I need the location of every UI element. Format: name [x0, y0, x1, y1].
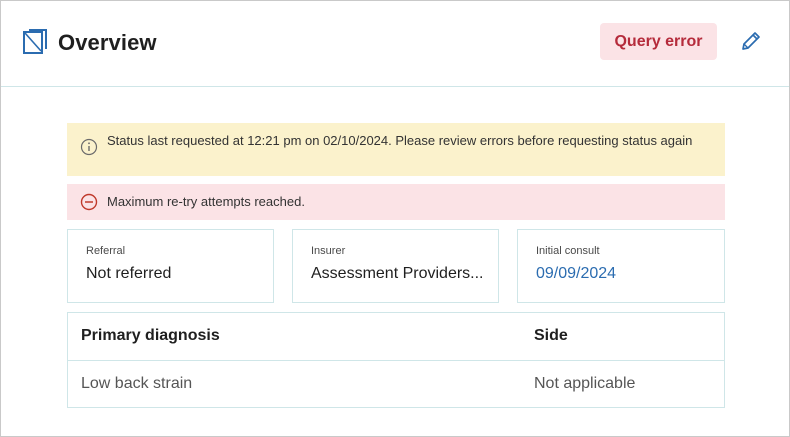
- insurer-value: Assessment Providers...: [311, 265, 484, 282]
- overview-panel: Overview Query error Status last request…: [0, 0, 790, 437]
- initial-consult-date-link[interactable]: 09/09/2024: [536, 265, 710, 283]
- table-divider: [68, 360, 724, 361]
- overview-icon: [23, 29, 48, 55]
- diagnosis-table: Primary diagnosis Side Low back strain N…: [67, 312, 725, 408]
- referral-value: Not referred: [86, 265, 172, 282]
- side-header: Side: [534, 327, 568, 344]
- status-warning-alert: Status last requested at 12:21 pm on 02/…: [67, 123, 725, 176]
- pencil-icon[interactable]: [740, 30, 762, 52]
- panel-header: Overview Query error: [1, 1, 789, 87]
- referral-label: Referral: [86, 245, 126, 257]
- referral-card: Referral Not referred: [67, 229, 274, 303]
- insurer-label: Insurer: [311, 245, 346, 257]
- initial-consult-card: Initial consult 09/09/2024: [517, 229, 725, 303]
- info-circle-icon: [80, 138, 98, 156]
- warning-alert-text: Status last requested at 12:21 pm on 02/…: [107, 133, 693, 148]
- primary-diagnosis-header: Primary diagnosis: [81, 327, 220, 344]
- side-cell: Not applicable: [534, 375, 636, 392]
- error-alert-text: Maximum re-try attempts reached.: [107, 194, 305, 209]
- initial-consult-label: Initial consult: [536, 245, 600, 257]
- insurer-card: Insurer Assessment Providers...: [292, 229, 499, 303]
- minus-circle-icon: [80, 193, 98, 211]
- retry-error-alert: Maximum re-try attempts reached.: [67, 184, 725, 220]
- page-title: Overview: [58, 30, 157, 55]
- primary-diagnosis-cell: Low back strain: [81, 375, 193, 392]
- query-error-button[interactable]: Query error: [600, 23, 717, 60]
